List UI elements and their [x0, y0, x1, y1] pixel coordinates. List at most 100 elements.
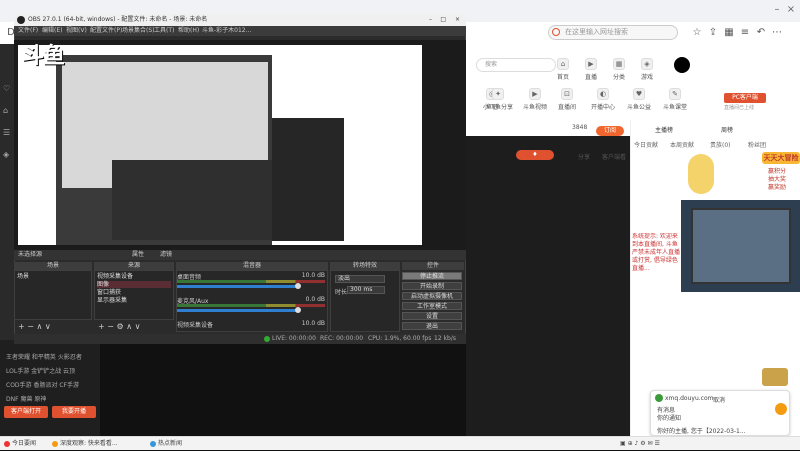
source-item[interactable]: 显示器采集	[97, 297, 171, 304]
nav2-item[interactable]: ♥ 斗鱼公益	[624, 88, 654, 111]
start-recording-button[interactable]: 开始录制	[402, 282, 462, 290]
menu-help[interactable]: 帮助(H)	[178, 26, 199, 36]
source-item[interactable]: 窗口捕获	[97, 289, 171, 296]
share-icon[interactable]: ⇪	[706, 26, 720, 40]
nav-item[interactable]: ▦ 分类	[604, 58, 634, 81]
chat-tab[interactable]: 今日贡献	[634, 140, 658, 149]
bitrate-status: 12 kb/s	[434, 335, 456, 342]
virtual-camera-button[interactable]: 启动虚拟摄像机	[402, 292, 462, 300]
category-row[interactable]: 王者荣耀 和平精英 火影忍者	[6, 352, 82, 361]
scene-item[interactable]: 场景	[17, 273, 91, 280]
mixer-channel[interactable]: 麦克风/Aux 0.0 dB	[177, 296, 327, 318]
class-icon: ✎	[669, 88, 681, 100]
star-icon[interactable]: ☆	[690, 26, 704, 40]
minimize-icon[interactable]: –	[429, 14, 432, 26]
open-client-button[interactable]: 客户端打开	[4, 406, 48, 418]
subscribe-button[interactable]: 订阅	[596, 126, 624, 136]
scenes-list[interactable]: 场景	[14, 270, 92, 320]
rank-tab[interactable]: 主播榜	[655, 125, 673, 134]
list-icon[interactable]: ☰	[3, 128, 10, 137]
category-row[interactable]: LOL手游 金铲铲之战 云顶	[6, 366, 75, 375]
exit-button[interactable]: 退出	[402, 322, 462, 330]
sources-list[interactable]: 视频采集设备 图像 窗口捕获 显示器采集	[94, 270, 174, 320]
mixer-channel[interactable]: 桌面音频 10.0 dB	[177, 272, 327, 294]
nav2-item[interactable]: ◐ 开播中心	[588, 88, 618, 111]
nav2-item[interactable]: ✎ 斗鱼课堂	[660, 88, 690, 111]
source-item[interactable]: 视频采集设备	[97, 273, 171, 280]
nav2-item[interactable]: ⊡ 直播间	[552, 88, 582, 111]
heart-icon[interactable]: ♡	[3, 84, 10, 93]
grid-icon[interactable]: ▦	[722, 26, 736, 40]
popup-cancel[interactable]: 取消	[713, 395, 725, 404]
more-icon[interactable]: ⋯	[770, 26, 784, 40]
duration-input[interactable]: 300 ms	[347, 286, 385, 294]
settings-button[interactable]: 设置	[402, 312, 462, 320]
menu-edit[interactable]: 编辑(E)	[42, 26, 62, 36]
nav2-item[interactable]: ✦ 小飞鱼分享	[478, 88, 518, 111]
home-icon: ⌂	[557, 58, 569, 70]
source-add-remove-icons[interactable]: + − ⚙ ∧ ∨	[98, 322, 140, 331]
undo-icon[interactable]: ↶	[754, 26, 768, 40]
share-button[interactable]: 分享	[578, 152, 590, 161]
menu-scene-collection[interactable]: 场景集合(S)	[122, 26, 155, 36]
notification-popup[interactable]: xmq.douyu.com 取消 有消息 你的通知 你好的主播, 您于【2022…	[650, 390, 790, 436]
volume-slider[interactable]	[177, 285, 297, 288]
scenes-dock-header: 场景	[14, 262, 92, 270]
close-icon[interactable]: ×	[455, 14, 460, 26]
nav2-item[interactable]: ▶ 斗鱼视频	[520, 88, 550, 111]
volume-slider[interactable]	[177, 309, 297, 312]
tray-icons[interactable]: ▣ ⊕ ♪ ⚙ ✉ ☰	[620, 437, 660, 451]
promo-banner[interactable]: 天天大冒险 赢积分 抽大奖 赢奖励	[676, 148, 800, 202]
pc-client-button[interactable]: PC客户端	[724, 93, 766, 103]
volume-meter	[177, 304, 325, 307]
site-search-input[interactable]: 搜索	[476, 58, 556, 72]
game-icon: ◈	[641, 58, 653, 70]
stop-streaming-button[interactable]: 停止推流	[402, 272, 462, 280]
promo-line: 抽大奖	[768, 176, 787, 183]
taskbar-item[interactable]: 今日要闻	[4, 437, 36, 451]
monitor-image	[691, 208, 791, 284]
category-row[interactable]: COD手游 香肠派对 CF手游	[6, 380, 79, 389]
avatar[interactable]	[674, 57, 690, 73]
scene-add-remove-icons[interactable]: + − ∧ ∨	[18, 322, 51, 331]
nav-item[interactable]: ▶ 直播	[576, 58, 606, 81]
home-icon[interactable]: ⌂	[3, 106, 8, 115]
studio-mode-button[interactable]: 工作室模式	[402, 302, 462, 310]
address-bar[interactable]: 在这里输入网址搜索	[548, 25, 678, 40]
controls-dock-header: 控件	[402, 262, 464, 270]
taskbar-item[interactable]: 热点新闻	[150, 437, 182, 451]
stream-controls: ♦ 分享 客户端看	[516, 150, 628, 162]
nav-item[interactable]: ⌂ 首页	[548, 58, 578, 81]
menu-view[interactable]: 视图(V)	[66, 26, 87, 36]
channel-name: 视频采集设备	[177, 322, 214, 329]
menu-icon[interactable]: ≡	[738, 26, 752, 40]
obs-titlebar: OBS 27.0.1 (64-bit, windows) - 配置文件: 未命名…	[14, 14, 466, 26]
douyu-logo: 斗鱼	[22, 44, 65, 69]
start-streaming-button[interactable]: 我要开播	[52, 406, 96, 418]
video-player[interactable]	[466, 120, 630, 436]
nav-item[interactable]: ◈ 游戏	[632, 58, 662, 81]
game-icon[interactable]: ◈	[3, 150, 9, 159]
source-item[interactable]: 图像	[97, 281, 171, 288]
gift-button[interactable]: ♦	[516, 150, 554, 160]
menu-file[interactable]: 文件(F)	[18, 26, 38, 36]
category-row[interactable]: DNF 魔兽 原神	[6, 394, 46, 403]
slider-knob[interactable]	[295, 283, 301, 289]
maximize-icon[interactable]: □	[440, 14, 446, 26]
minimize-icon[interactable]: –	[770, 3, 784, 17]
video-icon: ▶	[529, 88, 541, 100]
close-icon[interactable]: ×	[784, 3, 798, 17]
properties-button[interactable]: 属性	[132, 250, 144, 260]
taskbar-item[interactable]: 深度观察: 快来看看...	[52, 437, 118, 451]
client-watch-button[interactable]: 客户端看	[602, 152, 626, 161]
menu-douyu[interactable]: 斗鱼-彩子木012...	[202, 26, 251, 36]
rank-tab[interactable]: 周榜	[721, 125, 733, 134]
center-icon: ◐	[597, 88, 609, 100]
transition-select[interactable]: 淡出	[335, 275, 385, 283]
menu-profile[interactable]: 配置文件(P)	[90, 26, 122, 36]
menu-tools[interactable]: 工具(T)	[154, 26, 174, 36]
search-icon	[552, 28, 560, 36]
channel-db: 0.0 dB	[305, 296, 325, 303]
slider-knob[interactable]	[295, 307, 301, 313]
filters-button[interactable]: 滤镜	[160, 250, 172, 260]
